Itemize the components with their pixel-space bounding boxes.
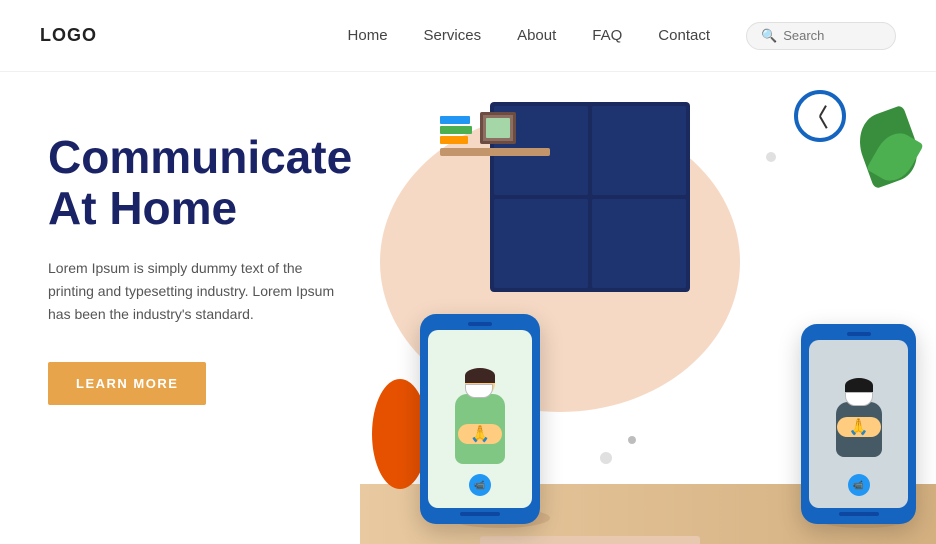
book-1 — [440, 116, 470, 124]
phone-right-notch — [847, 332, 871, 336]
picture-frame — [480, 112, 516, 144]
person-male-arms: 🙏 — [837, 417, 881, 437]
learn-more-button[interactable]: LEARN MORE — [48, 362, 206, 405]
nav-faq[interactable]: FAQ — [592, 27, 622, 44]
nav-services[interactable]: Services — [424, 27, 482, 44]
phone-left-bottom-bar — [460, 512, 500, 516]
dot-decoration-1 — [600, 452, 612, 464]
plant-leaves — [846, 112, 926, 202]
clock-decoration — [794, 90, 846, 142]
video-call-icon-2: 📹 — [848, 474, 870, 496]
person-female-head — [465, 368, 495, 398]
search-box[interactable]: 🔍 — [746, 22, 896, 50]
phone-left-notch — [468, 322, 492, 326]
person-male-body: 🙏 — [836, 402, 882, 457]
shelf-decoration — [440, 112, 550, 156]
person-male-head — [845, 378, 873, 406]
person-female-hair — [465, 368, 495, 383]
namaste-icon-2: 🙏 — [849, 417, 869, 437]
nav-home[interactable]: Home — [348, 27, 388, 44]
hero-headline: Communicate At Home — [48, 132, 360, 233]
phone-right: 🙏 📹 — [801, 324, 916, 524]
book-2 — [440, 126, 472, 134]
video-call-icon: 📹 — [469, 474, 491, 496]
main-content: Communicate At Home Lorem Ipsum is simpl… — [0, 72, 936, 544]
window-sill — [480, 536, 700, 544]
nav-contact[interactable]: Contact — [658, 27, 710, 44]
phone-left-controls: 📹 — [469, 474, 491, 496]
person-male-mask — [845, 392, 873, 406]
phone-right-bottom-bar — [839, 512, 879, 516]
nav-about[interactable]: About — [517, 27, 556, 44]
site-header: LOGO Home Services About FAQ Contact 🔍 — [0, 0, 936, 72]
book-3 — [440, 136, 468, 144]
clock-minute-hand — [819, 116, 827, 129]
shelf-board — [440, 148, 550, 156]
person-male-hair — [845, 378, 873, 393]
hero-description: Lorem Ipsum is simply dummy text of the … — [48, 257, 338, 326]
book-stack — [440, 116, 472, 144]
dot-decoration-2 — [628, 436, 636, 444]
phone-left: 🙏 📹 — [420, 314, 540, 524]
window-pane-3 — [494, 199, 588, 288]
logo: LOGO — [40, 25, 97, 46]
person-female-mask — [465, 384, 493, 398]
namaste-icon: 🙏 — [470, 424, 490, 444]
main-nav: Home Services About FAQ Contact 🔍 — [348, 22, 896, 50]
search-icon: 🔍 — [761, 28, 777, 44]
dot-decoration-3 — [766, 152, 776, 162]
search-input[interactable] — [783, 28, 881, 43]
plant-decoration — [846, 112, 926, 202]
clock-face — [802, 98, 838, 134]
person-female-arms: 🙏 — [458, 424, 502, 444]
window-pane-4 — [592, 199, 686, 288]
person-female-body: 🙏 — [455, 394, 505, 464]
hero-text-area: Communicate At Home Lorem Ipsum is simpl… — [0, 72, 360, 544]
phone-right-controls: 📹 — [848, 474, 870, 496]
window-pane-2 — [592, 106, 686, 195]
hero-illustration: 🙏 📹 — [360, 72, 936, 544]
